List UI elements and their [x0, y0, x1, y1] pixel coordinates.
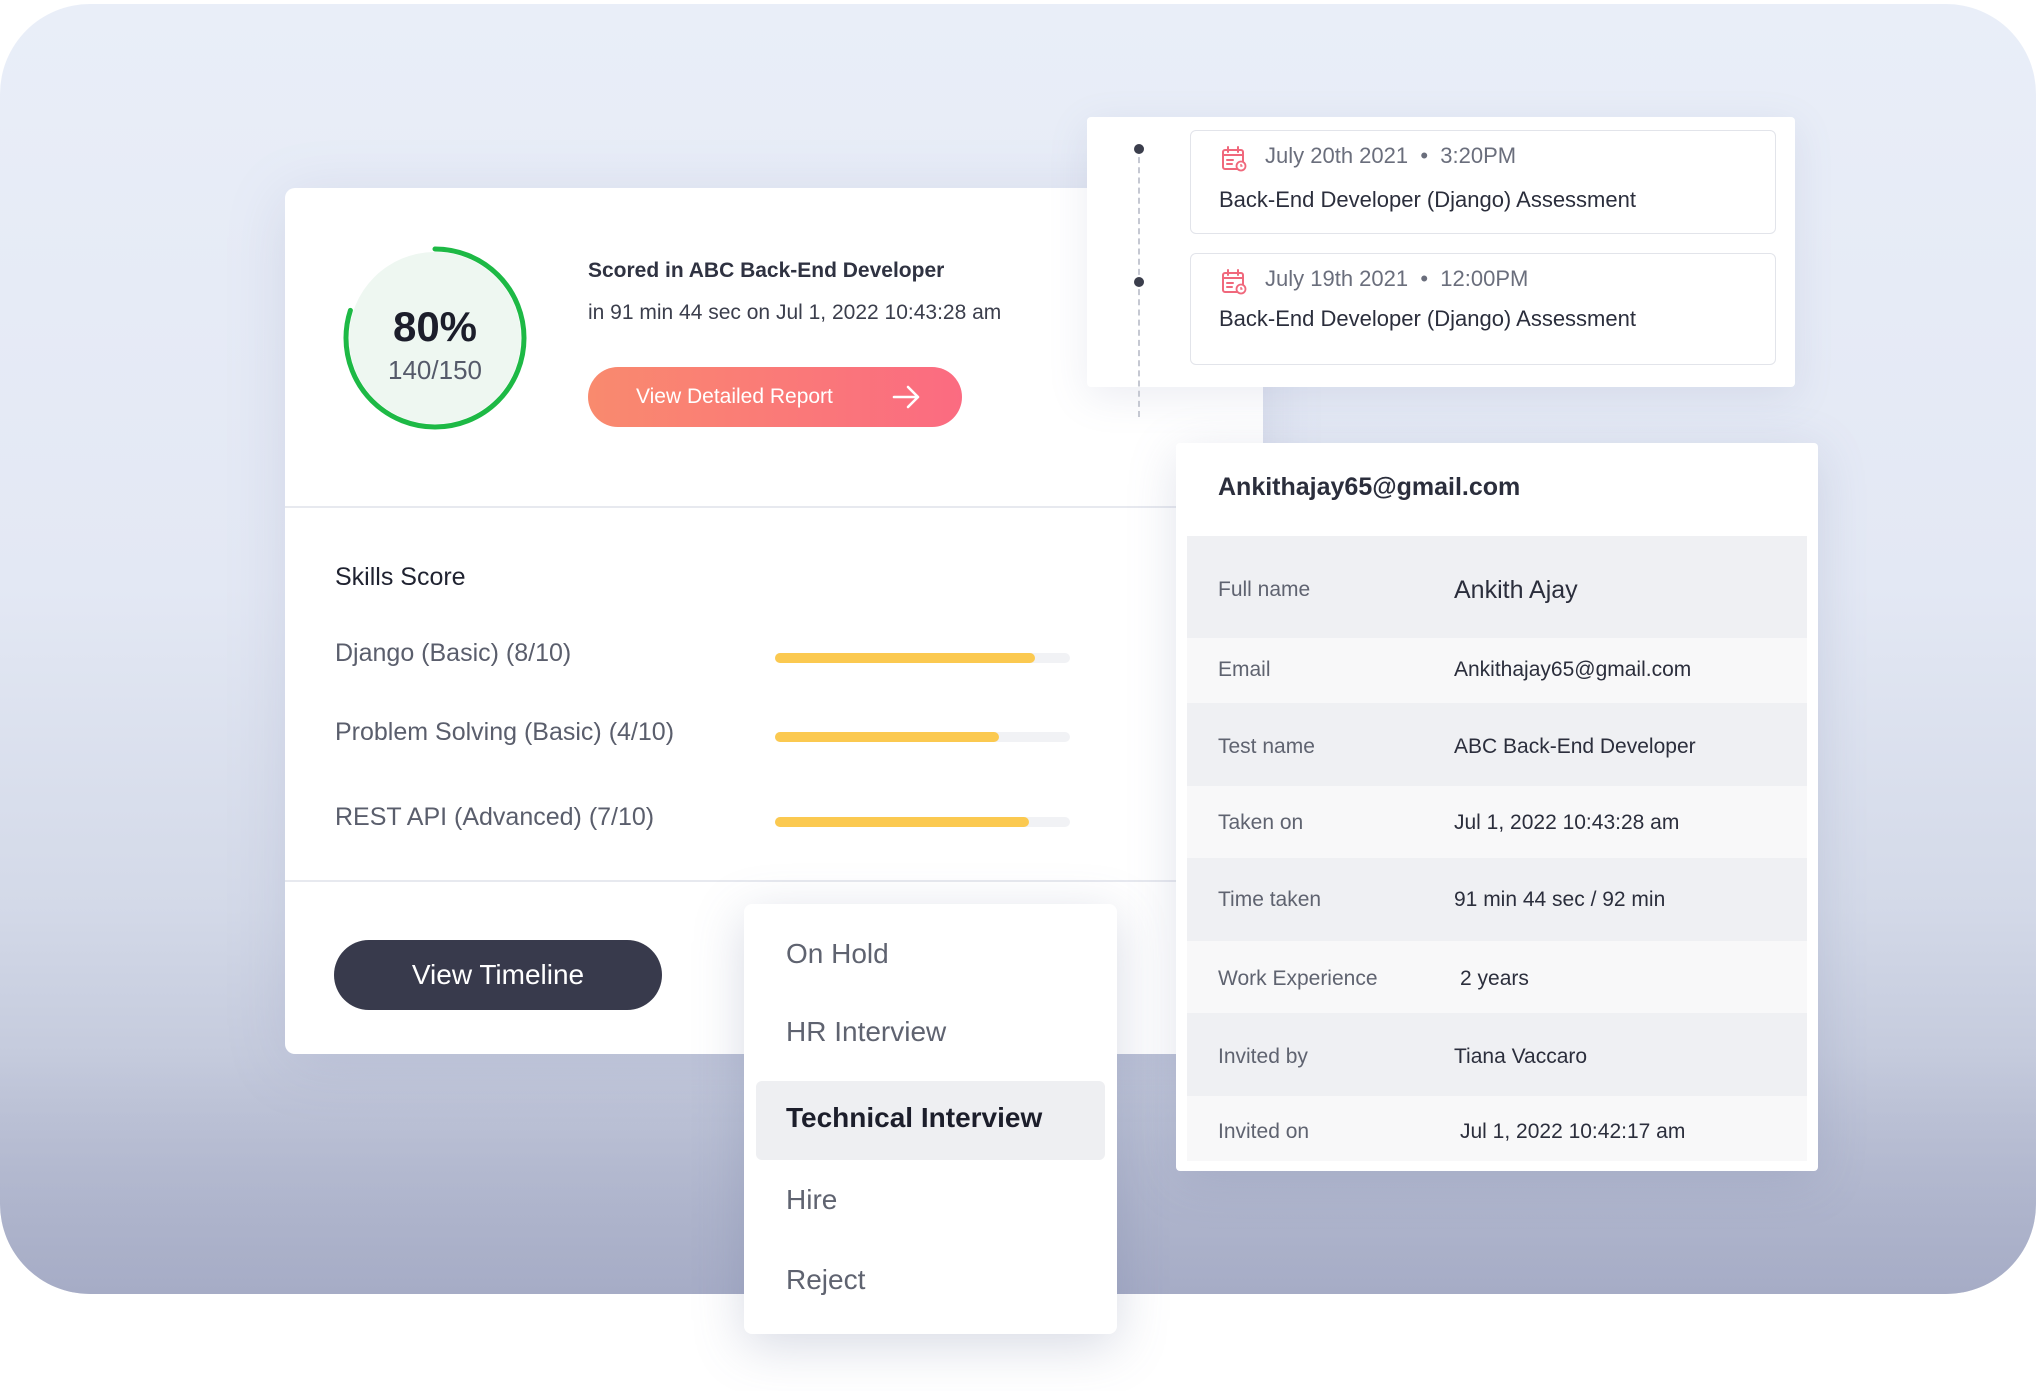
row-key: Taken on	[1218, 811, 1304, 834]
status-dropdown-menu: On Hold HR Interview Technical Interview…	[744, 904, 1117, 1334]
profile-row-work-experience: Work Experience 2 years	[1187, 941, 1807, 1013]
candidate-profile-card: Ankithajay65@gmail.com Full name Ankith …	[1176, 443, 1818, 1171]
timeline-date: July 20th 2021 • 3:20PM	[1265, 143, 1517, 168]
profile-row-invited-on: Invited on Jul 1, 2022 10:42:17 am	[1187, 1096, 1807, 1161]
timeline-dot	[1134, 144, 1144, 154]
menu-item-hr-interview[interactable]: HR Interview	[786, 1016, 946, 1048]
score-fraction: 140/150	[388, 355, 482, 385]
row-value: Ankith Ajay	[1454, 576, 1578, 604]
menu-item-on-hold[interactable]: On Hold	[786, 938, 889, 970]
profile-row-invited-by: Invited by Tiana Vaccaro	[1187, 1013, 1807, 1096]
calendar-icon	[1222, 269, 1247, 295]
report-button-label: View Detailed Report	[636, 385, 833, 408]
row-key: Test name	[1218, 735, 1315, 758]
skill-row: Problem Solving (Basic) (4/10)	[335, 718, 1215, 758]
timeline-item[interactable]: July 19th 2021 • 12:00PM Back-End Develo…	[1190, 253, 1776, 365]
timeline-card: July 20th 2021 • 3:20PM Back-End Develop…	[1087, 117, 1795, 417]
profile-row-time-taken: Time taken 91 min 44 sec / 92 min	[1187, 858, 1807, 941]
skill-label: Django (Basic) (8/10)	[335, 639, 572, 667]
profile-row-test-name: Test name ABC Back-End Developer	[1187, 703, 1807, 786]
menu-item-hire[interactable]: Hire	[786, 1184, 837, 1216]
profile-row-email: Email Ankithajay65@gmail.com	[1187, 638, 1807, 703]
skill-bar-fill	[775, 817, 1029, 827]
skill-row: Django (Basic) (8/10)	[335, 639, 1215, 679]
skill-bar-track	[775, 817, 1070, 827]
skill-label: REST API (Advanced) (7/10)	[335, 803, 655, 831]
skill-bar-track	[775, 653, 1070, 663]
row-key: Work Experience	[1218, 967, 1378, 990]
timeline-dot	[1134, 277, 1144, 287]
row-value: 2 years	[1460, 967, 1529, 990]
row-value: Jul 1, 2022 10:43:28 am	[1454, 811, 1680, 834]
timeline-title: Back-End Developer (Django) Assessment	[1219, 306, 1636, 331]
row-value: Ankithajay65@gmail.com	[1454, 658, 1692, 681]
row-key: Invited on	[1218, 1120, 1310, 1143]
score-title: Scored in ABC Back-End Developer	[588, 259, 945, 282]
row-value: Jul 1, 2022 10:42:17 am	[1460, 1120, 1686, 1143]
calendar-icon	[1222, 146, 1247, 172]
skill-label: Problem Solving (Basic) (4/10)	[335, 718, 675, 746]
profile-row-full-name: Full name Ankith Ajay	[1187, 536, 1807, 638]
view-detailed-report-button[interactable]: View Detailed Report	[588, 367, 962, 427]
menu-item-technical-interview[interactable]: Technical Interview	[786, 1102, 1042, 1134]
score-percent: 80%	[392, 303, 478, 350]
profile-email-header: Ankithajay65@gmail.com	[1218, 473, 1521, 501]
skill-row: REST API (Advanced) (7/10)	[335, 803, 1215, 843]
skills-score-title: Skills Score	[335, 563, 466, 591]
divider	[285, 506, 1263, 508]
row-value: Tiana Vaccaro	[1454, 1045, 1588, 1068]
row-value: 91 min 44 sec / 92 min	[1454, 888, 1666, 911]
menu-item-reject[interactable]: Reject	[786, 1264, 865, 1296]
score-subtitle: in 91 min 44 sec on Jul 1, 2022 10:43:28…	[588, 301, 1002, 324]
profile-row-taken-on: Taken on Jul 1, 2022 10:43:28 am	[1187, 786, 1807, 858]
timeline-title: Back-End Developer (Django) Assessment	[1219, 187, 1636, 212]
timeline-item[interactable]: July 20th 2021 • 3:20PM Back-End Develop…	[1190, 130, 1776, 234]
arrow-right-icon	[892, 385, 920, 409]
skill-bar-track	[775, 732, 1070, 742]
row-key: Time taken	[1218, 888, 1322, 911]
skill-bar-fill	[775, 653, 1035, 663]
divider	[285, 880, 1263, 882]
skill-bar-fill	[775, 732, 1000, 742]
row-key: Invited by	[1218, 1045, 1308, 1068]
view-timeline-button[interactable]: View Timeline	[334, 940, 662, 1010]
row-value: ABC Back-End Developer	[1454, 735, 1696, 758]
timeline-date: July 19th 2021 • 12:00PM	[1265, 266, 1529, 291]
row-key: Email	[1218, 658, 1271, 681]
row-key: Full name	[1218, 578, 1311, 601]
score-ring: 80% 140/150	[340, 243, 530, 433]
